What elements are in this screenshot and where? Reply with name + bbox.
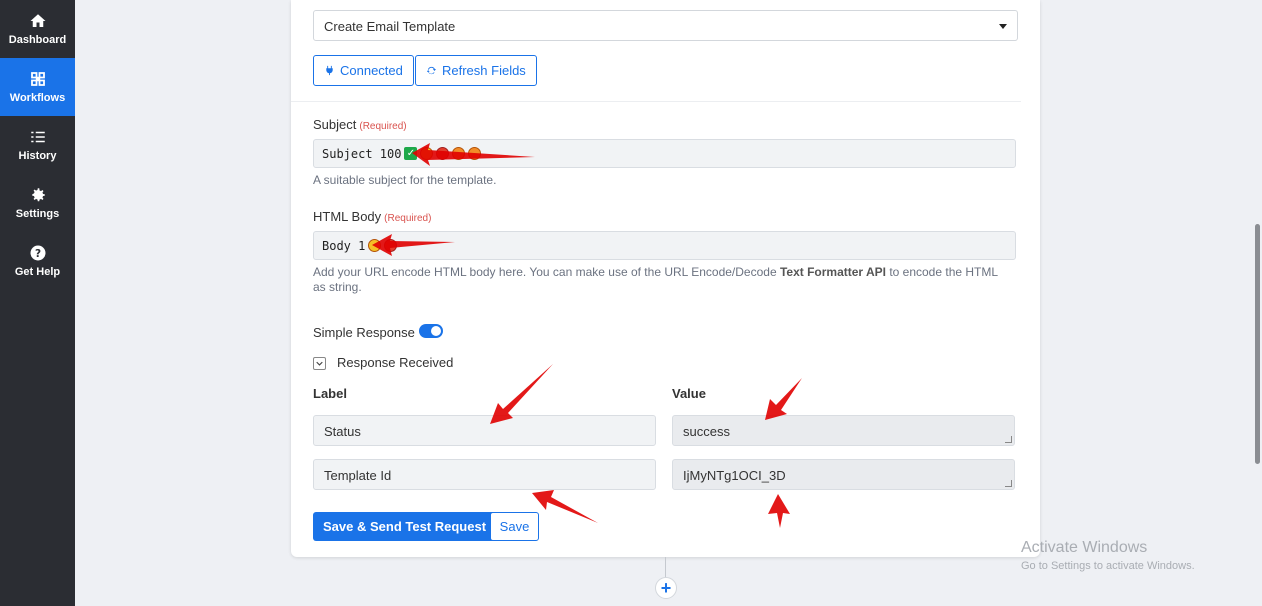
emoji-icon xyxy=(420,147,434,160)
text-formatter-link[interactable]: Text Formatter API xyxy=(780,265,886,279)
sidebar-item-label: Settings xyxy=(15,208,60,220)
help-icon: ? xyxy=(30,245,45,261)
html-body-label: HTML Body (Required) xyxy=(313,209,431,224)
sidebar-item-label: History xyxy=(18,150,57,162)
home-icon xyxy=(30,14,45,27)
sidebar-item-label: Get Help xyxy=(14,266,61,278)
sidebar-item-label: Workflows xyxy=(9,92,66,104)
response-value-field: IjMyNTg1OCI_3D xyxy=(672,459,1015,490)
sidebar: Dashboard Workflows History Settings ? G… xyxy=(0,0,75,606)
action-event-select[interactable]: Create Email Template xyxy=(313,10,1018,41)
refresh-icon xyxy=(426,66,437,75)
scrollbar-thumb[interactable] xyxy=(1255,224,1260,464)
emoji-icon xyxy=(468,147,482,160)
html-body-help-text: Add your URL encode HTML body here. You … xyxy=(313,265,1013,295)
help-text-part: Add your URL encode HTML body here. You … xyxy=(313,265,780,279)
simple-response-label: Simple Response xyxy=(313,325,415,340)
divider xyxy=(291,101,1021,102)
subject-label: Subject (Required) xyxy=(313,117,407,132)
subject-help-text: A suitable subject for the template. xyxy=(313,173,497,187)
sidebar-item-dashboard[interactable]: Dashboard xyxy=(0,0,75,58)
response-label-field[interactable]: Template Id xyxy=(313,459,656,490)
sidebar-item-get-help[interactable]: ? Get Help xyxy=(0,232,75,290)
emoji-icon xyxy=(384,239,398,252)
sidebar-item-settings[interactable]: Settings xyxy=(0,174,75,232)
subject-value: Subject 100 xyxy=(322,146,402,161)
gear-icon xyxy=(31,188,45,202)
plug-icon xyxy=(326,65,333,76)
action-event-value: Create Email Template xyxy=(324,19,456,34)
html-body-input[interactable]: Body 1 xyxy=(313,231,1016,260)
emoji-icon xyxy=(436,147,450,160)
response-value-field: success xyxy=(672,415,1015,446)
emoji-icon xyxy=(452,147,466,160)
simple-response-toggle[interactable] xyxy=(419,324,443,338)
html-body-label-text: HTML Body xyxy=(313,209,382,224)
response-label-field[interactable]: Status xyxy=(313,415,656,446)
caret-down-icon xyxy=(999,24,1007,29)
sidebar-item-history[interactable]: History xyxy=(0,116,75,174)
subject-input[interactable]: Subject 100 ✓ xyxy=(313,139,1016,168)
step-connector xyxy=(665,557,666,577)
list-icon xyxy=(30,131,45,143)
connected-button[interactable]: Connected xyxy=(313,55,414,86)
check-emoji-icon: ✓ xyxy=(404,147,418,160)
required-marker: (Required) xyxy=(384,213,432,224)
windows-watermark-title: Activate Windows xyxy=(1021,539,1148,556)
response-received-label: Response Received xyxy=(337,355,454,370)
add-step-plus-icon[interactable]: + xyxy=(655,577,677,599)
windows-watermark-subtitle: Go to Settings to activate Windows. xyxy=(1021,560,1195,572)
value-column-header: Value xyxy=(672,386,706,401)
emoji-icon xyxy=(368,239,382,252)
sidebar-item-label: Dashboard xyxy=(8,34,67,46)
refresh-fields-button[interactable]: Refresh Fields xyxy=(415,55,537,86)
workflow-step-card: Create Email Template Connected Refresh … xyxy=(291,0,1040,557)
html-body-value: Body 1 xyxy=(322,238,366,253)
sidebar-item-workflows[interactable]: Workflows xyxy=(0,58,75,116)
refresh-fields-label: Refresh Fields xyxy=(442,63,526,78)
required-marker: (Required) xyxy=(359,121,407,132)
subject-label-text: Subject xyxy=(313,117,357,132)
save-button[interactable]: Save xyxy=(490,512,539,541)
save-and-send-test-button[interactable]: Save & Send Test Request xyxy=(313,512,497,541)
connected-label: Connected xyxy=(340,63,403,78)
workflow-icon xyxy=(30,72,45,86)
label-column-header: Label xyxy=(313,386,347,401)
svg-text:?: ? xyxy=(34,248,40,260)
collapse-toggle[interactable] xyxy=(313,357,326,370)
chevron-down-icon xyxy=(316,361,323,366)
